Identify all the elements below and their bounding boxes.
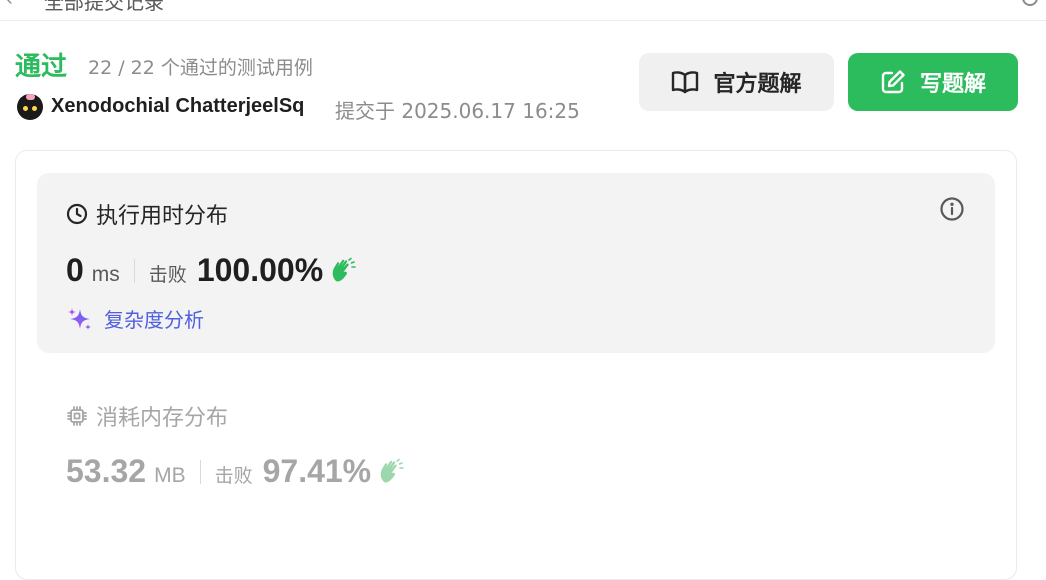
book-icon [672,71,699,94]
divider [133,258,135,283]
runtime-metric: 0 ms 击败 100.00% [66,252,357,289]
runtime-beats-pct: 100.00% [196,252,324,288]
runtime-beats-label: 击败 [148,264,187,286]
accepted-status: 通过 [15,52,68,82]
chip-icon [67,406,87,426]
avatar-bow [26,94,35,100]
back-chevron-icon[interactable]: ‹ [6,0,13,11]
runtime-unit: ms [91,263,120,286]
editorial-button[interactable]: 官方题解 [639,53,834,111]
info-icon[interactable] [940,197,964,221]
avatar-eye [23,106,28,111]
testcases-passed: 22 / 22 个通过的测试用例 [88,57,313,79]
runtime-title: 执行用时分布 [66,198,228,230]
clap-icon [332,257,356,281]
memory-value: 53.32 [66,453,147,489]
complexity-analysis-link[interactable]: 复杂度分析 [66,304,204,333]
avatar-eye [32,106,37,111]
username[interactable]: Xenodochial ChatterjeelSq [51,95,304,118]
divider [199,459,201,484]
write-solution-label: 写题解 [919,72,986,97]
clap-icon [380,458,404,482]
more-icon[interactable] [1022,0,1038,6]
memory-beats-pct: 97.41% [262,453,372,489]
avatar[interactable] [17,94,43,120]
memory-title-text: 消耗内存分布 [96,406,229,431]
memory-title[interactable]: 消耗内存分布 [66,400,228,432]
complexity-label: 复杂度分析 [104,308,204,332]
memory-unit: MB [154,464,186,487]
all-submissions-link[interactable]: 全部提交记录 [44,0,164,15]
edit-icon [881,70,905,94]
top-bar: ‹ 全部提交记录 [0,0,1046,21]
write-solution-button[interactable]: 写题解 [848,53,1018,111]
memory-beats-label: 击败 [214,465,253,487]
memory-metric: 53.32 MB 击败 97.41% [66,453,405,490]
runtime-value: 0 [66,252,84,288]
runtime-title-text: 执行用时分布 [96,204,229,229]
submitted-time: 提交于 2025.06.17 16:25 [335,99,580,123]
editorial-label: 官方题解 [713,72,802,97]
clock-icon [66,203,88,225]
sparkle-icon [68,307,91,330]
